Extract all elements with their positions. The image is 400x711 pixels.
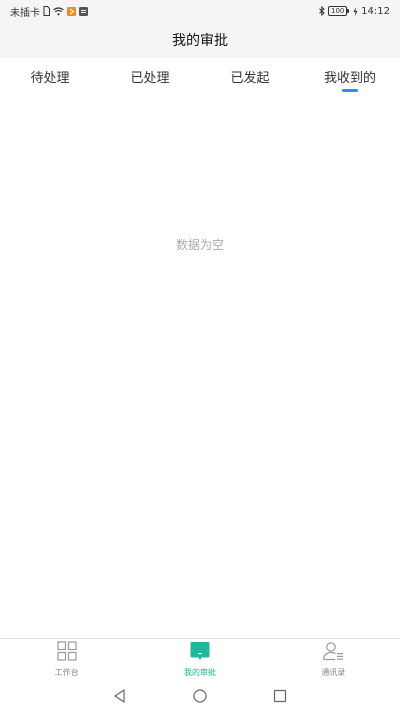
status-bar: 未插卡 100 14:12 xyxy=(0,0,400,22)
nav-label: 通讯录 xyxy=(321,668,346,677)
empty-state-text: 数据为空 xyxy=(175,238,224,252)
tab-label: 已处理 xyxy=(130,70,170,86)
nav-item-my-approval[interactable]: 我的审批 xyxy=(133,639,266,680)
grid-icon xyxy=(57,641,77,665)
app-header: 我的审批 xyxy=(0,22,400,58)
sim-icon xyxy=(43,6,50,16)
nav-label: 我的审批 xyxy=(183,668,216,677)
approval-icon xyxy=(190,641,210,665)
system-navigation-bar xyxy=(0,680,400,711)
wifi-icon xyxy=(53,6,64,16)
active-tab-indicator xyxy=(342,89,358,92)
nav-item-contacts[interactable]: 通讯录 xyxy=(267,639,400,680)
tab-processed[interactable]: 已处理 xyxy=(100,58,200,94)
charging-icon xyxy=(353,6,358,16)
nav-label: 工作台 xyxy=(54,668,79,677)
nav-item-workbench[interactable]: 工作台 xyxy=(0,639,133,680)
bluetooth-icon xyxy=(319,6,325,16)
tab-label: 我收到的 xyxy=(323,70,376,86)
tab-initiated[interactable]: 已发起 xyxy=(200,58,300,94)
app-notification-icon xyxy=(67,6,76,16)
tab-pending[interactable]: 待处理 xyxy=(0,58,100,94)
page-title: 我的审批 xyxy=(172,33,228,49)
empty-state-message: 数据为空 xyxy=(0,236,400,253)
tab-label: 待处理 xyxy=(30,70,70,86)
status-left: 未插卡 xyxy=(10,4,88,19)
status-right: 100 14:12 xyxy=(319,6,390,17)
contacts-icon xyxy=(322,641,344,665)
tab-received[interactable]: 我收到的 xyxy=(300,58,400,94)
battery-level: 100 xyxy=(330,7,345,15)
clock-time: 14:12 xyxy=(361,5,390,17)
recents-button[interactable] xyxy=(273,689,287,703)
bottom-navigation: 工作台 我的审批 通讯录 xyxy=(0,638,400,680)
battery-icon: 100 xyxy=(328,6,350,16)
back-button[interactable] xyxy=(113,688,127,703)
message-notification-icon xyxy=(79,6,88,16)
tab-label: 已发起 xyxy=(230,70,270,86)
carrier-text: 未插卡 xyxy=(10,7,40,19)
home-button[interactable] xyxy=(193,688,207,703)
tab-bar: 待处理 已处理 已发起 我收到的 xyxy=(0,58,400,94)
